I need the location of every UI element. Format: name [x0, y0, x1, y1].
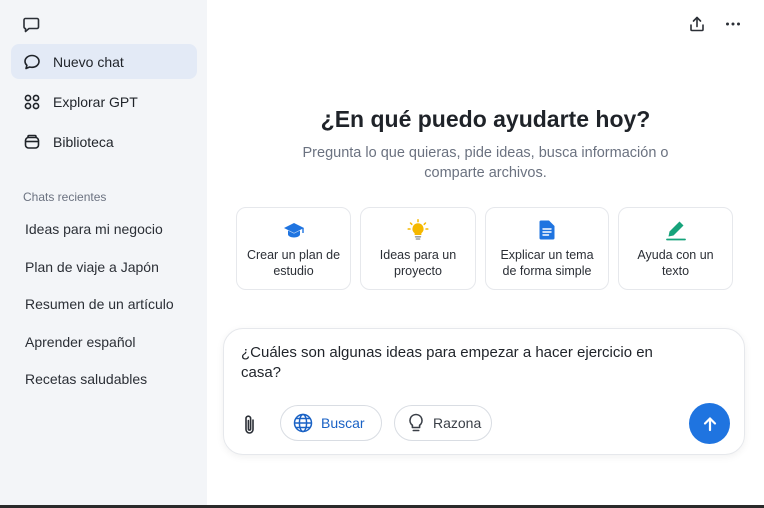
main-panel: ¿En qué puedo ayudarte hoy? Pregunta lo … — [207, 0, 764, 508]
arrow-up-icon — [701, 415, 719, 433]
recents-list: Ideas para mi negocio Plan de viaje a Ja… — [25, 220, 174, 408]
page-title: ¿En qué puedo ayudarte hoy? — [320, 106, 651, 132]
paperclip-icon[interactable] — [238, 413, 262, 437]
recent-chat-item[interactable]: Aprender español — [25, 333, 174, 371]
search-toggle-button[interactable]: Buscar — [280, 405, 382, 441]
sidebar-item-new-chat[interactable]: Nuevo chat — [11, 44, 197, 79]
share-icon[interactable] — [685, 12, 709, 36]
suggestion-card-label: Explicar un tema de forma simple — [500, 248, 594, 278]
suggestion-card-label: Ayuda con un texto — [637, 248, 714, 278]
lightbulb-icon — [407, 219, 429, 241]
chat-bubble-icon — [23, 53, 41, 71]
graduation-cap-icon — [283, 219, 305, 241]
document-icon — [539, 219, 555, 241]
app-window: Nuevo chat Explorar GPT Biblioteca Chats… — [0, 0, 764, 508]
send-button[interactable] — [689, 403, 730, 444]
recent-chat-item[interactable]: Recetas saludables — [25, 370, 174, 408]
reason-toggle-button[interactable]: Razona — [394, 405, 492, 441]
sidebar-item-library[interactable]: Biblioteca — [11, 124, 197, 159]
recent-chat-item[interactable]: Ideas para mi negocio — [25, 220, 174, 258]
recents-title: Chats recientes — [23, 190, 107, 204]
prompt-input[interactable]: ¿Cuáles son algunas ideas para empezar a… — [241, 343, 661, 383]
page-subtitle: Pregunta lo que quieras, pide ideas, bus… — [302, 145, 669, 181]
search-toggle-label: Buscar — [321, 415, 365, 431]
sidebar-nav: Nuevo chat Explorar GPT Biblioteca — [11, 44, 197, 164]
recent-chat-item[interactable]: Plan de viaje a Japón — [25, 258, 174, 296]
lightbulb-outline-icon — [407, 413, 425, 433]
suggestion-card-label: Ideas para un proyecto — [379, 248, 457, 278]
sidebar: Nuevo chat Explorar GPT Biblioteca Chats… — [0, 0, 207, 508]
suggestion-cards: Crear un plan de estudio Ideas para un p… — [236, 207, 733, 290]
recent-chat-item[interactable]: Resumen de un artículo — [25, 295, 174, 333]
library-icon — [23, 133, 41, 151]
pencil-icon — [665, 219, 687, 241]
more-options-icon[interactable] — [721, 12, 745, 36]
sidebar-item-label: Explorar GPT — [53, 93, 138, 110]
suggestion-card-explain-topic[interactable]: Explicar un tema de forma simple — [485, 207, 609, 290]
sidebar-item-label: Nuevo chat — [53, 53, 124, 70]
message-composer[interactable]: ¿Cuáles son algunas ideas para empezar a… — [223, 328, 745, 455]
suggestion-card-project-ideas[interactable]: Ideas para un proyecto — [360, 207, 476, 290]
sidebar-item-label: Biblioteca — [53, 133, 114, 150]
globe-icon — [293, 413, 313, 433]
reason-toggle-label: Razona — [433, 415, 482, 431]
sidebar-item-explore-gpt[interactable]: Explorar GPT — [11, 84, 197, 119]
suggestion-card-label: Crear un plan de estudio — [246, 248, 341, 278]
sidebar-toggle-icon[interactable] — [20, 13, 42, 35]
suggestion-card-writing-help[interactable]: Ayuda con un texto — [618, 207, 733, 290]
suggestion-card-study-plan[interactable]: Crear un plan de estudio — [236, 207, 351, 290]
grid-icon — [23, 93, 41, 111]
